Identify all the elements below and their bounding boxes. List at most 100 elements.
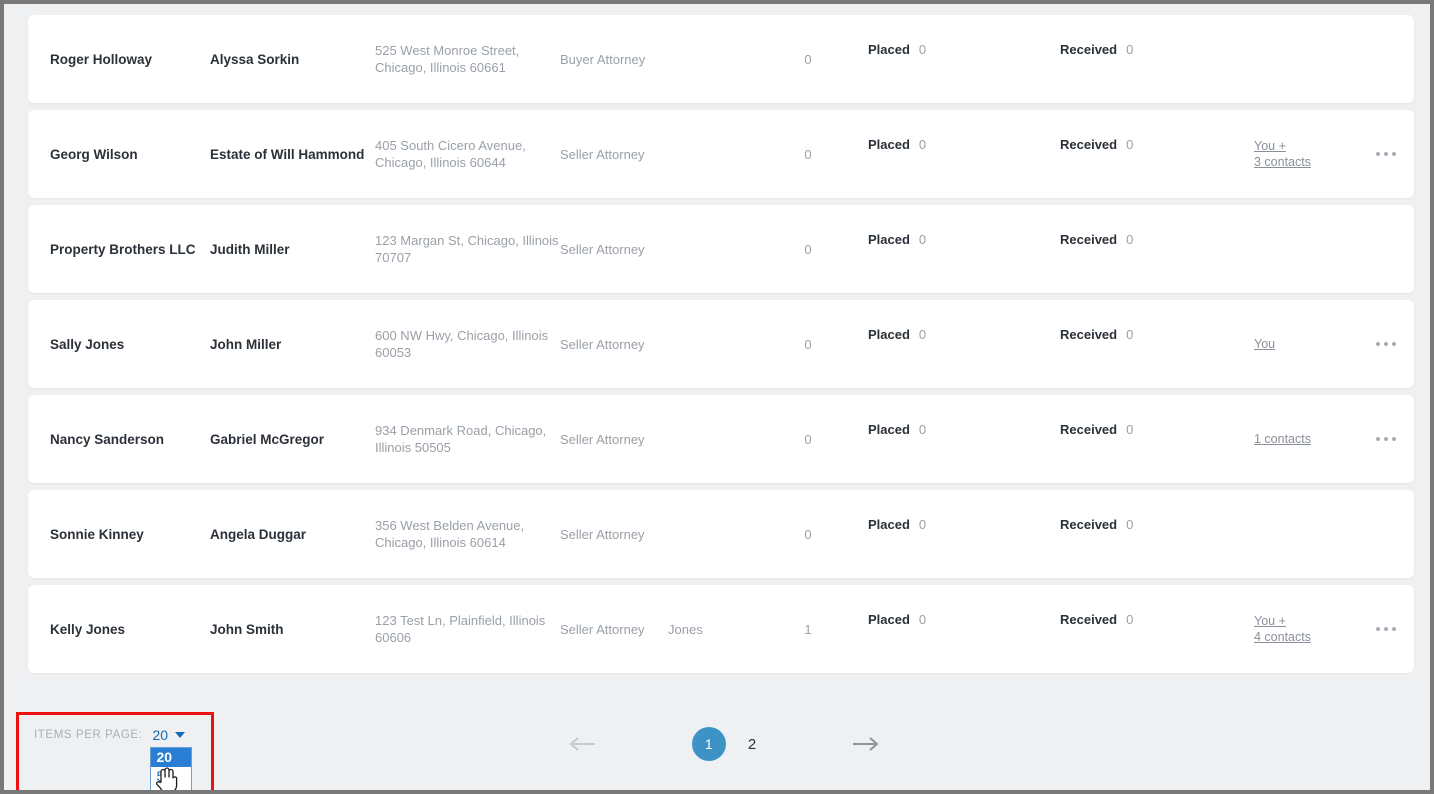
cell-extra — [668, 490, 753, 578]
arrow-right-icon — [853, 737, 879, 751]
cell-client: Sonnie Kinney — [50, 526, 144, 542]
cell-role: Seller Attorney — [560, 526, 645, 542]
row-overflow-menu-button[interactable] — [1376, 300, 1396, 388]
cell-extra — [668, 110, 753, 198]
cell-placed: Placed 0 — [868, 611, 1018, 628]
arrow-left-icon — [569, 737, 595, 751]
contacts-link[interactable]: 4 contacts — [1254, 629, 1311, 645]
pagination-next-button[interactable] — [848, 726, 884, 762]
table-row[interactable]: Sally Jones John Miller 600 NW Hwy, Chic… — [28, 300, 1414, 388]
cell-party: Alyssa Sorkin — [210, 51, 300, 67]
contacts-link[interactable]: You + — [1254, 613, 1286, 629]
placed-label: Placed — [868, 612, 910, 627]
placed-label: Placed — [868, 137, 910, 152]
received-label: Received — [1060, 422, 1118, 437]
items-per-page-option[interactable]: 50 — [151, 767, 191, 786]
pagination-prev-button[interactable] — [564, 726, 600, 762]
cell-extra — [668, 395, 753, 483]
cell-client: Georg Wilson — [50, 146, 138, 162]
cell-address: 934 Denmark Road, Chicago, Illinois 5050… — [375, 423, 547, 455]
cell-count: 0 — [804, 241, 812, 257]
cell-contacts: 1 contacts — [1254, 395, 1349, 483]
items-per-page-option[interactable]: 20 — [151, 748, 192, 767]
cell-role: Buyer Attorney — [560, 51, 646, 67]
received-label: Received — [1060, 42, 1118, 57]
cell-party: John Miller — [210, 336, 282, 352]
cell-client: Property Brothers LLC — [50, 241, 196, 257]
contacts-link[interactable]: 3 contacts — [1254, 154, 1311, 170]
cell-role: Seller Attorney — [560, 431, 645, 447]
received-value: 0 — [1126, 42, 1134, 57]
cell-client: Roger Holloway — [50, 51, 153, 67]
items-per-page-select[interactable]: 20 2050100 — [150, 727, 193, 790]
pagination: 12 — [564, 712, 884, 776]
received-label: Received — [1060, 137, 1118, 152]
cell-contacts: You + 3 contacts — [1254, 110, 1349, 198]
cell-received: Received 0 — [1060, 421, 1210, 438]
cell-party: Angela Duggar — [210, 526, 307, 542]
cell-address: 356 West Belden Avenue, Chicago, Illinoi… — [375, 518, 525, 550]
pagination-page-1[interactable]: 1 — [691, 727, 726, 761]
cell-address: 123 Test Ln, Plainfield, Illinois 60606 — [375, 613, 546, 645]
received-label: Received — [1060, 612, 1118, 627]
items-per-page-option[interactable]: 100 — [151, 786, 191, 790]
records-table: Roger Holloway Alyssa Sorkin 525 West Mo… — [28, 4, 1414, 680]
pagination-page-2[interactable]: 2 — [748, 736, 756, 753]
row-overflow-menu-button[interactable] — [1376, 110, 1396, 198]
received-label: Received — [1060, 232, 1118, 247]
cell-client: Sally Jones — [50, 336, 125, 352]
cell-extra — [668, 15, 753, 103]
items-per-page-current-value: 20 — [152, 727, 169, 743]
items-per-page-options-list[interactable]: 2050100 — [150, 747, 193, 790]
placed-value: 0 — [918, 517, 927, 532]
chevron-down-icon — [175, 732, 186, 738]
cell-contacts — [1254, 205, 1349, 293]
received-value: 0 — [1126, 422, 1134, 437]
table-row[interactable]: Property Brothers LLC Judith Miller 123 … — [28, 205, 1414, 293]
cell-address: 123 Margan St, Chicago, Illinois 70707 — [375, 233, 559, 265]
received-value: 0 — [1126, 612, 1134, 627]
contacts-link[interactable]: You — [1254, 336, 1275, 352]
received-label: Received — [1060, 517, 1118, 532]
cell-placed: Placed 0 — [868, 421, 1018, 438]
row-overflow-menu-button[interactable] — [1376, 395, 1396, 483]
ellipsis-icon — [1376, 437, 1396, 441]
items-per-page-control[interactable]: ITEMS PER PAGE: 20 2050100 — [34, 727, 193, 790]
ellipsis-icon — [1376, 627, 1396, 631]
cell-received: Received 0 — [1060, 516, 1210, 533]
cell-contacts: You — [1254, 300, 1349, 388]
placed-value: 0 — [918, 612, 927, 627]
placed-label: Placed — [868, 232, 910, 247]
placed-label: Placed — [868, 327, 910, 342]
received-value: 0 — [1126, 517, 1134, 532]
received-value: 0 — [1126, 232, 1134, 247]
contacts-link[interactable]: 1 contacts — [1254, 431, 1311, 447]
cell-client: Kelly Jones — [50, 621, 126, 637]
cell-role: Seller Attorney — [560, 336, 645, 352]
cell-role: Seller Attorney — [560, 241, 645, 257]
pagination-pages: 12 — [691, 727, 756, 761]
items-per-page-label: ITEMS PER PAGE: — [34, 729, 143, 741]
table-footer: ITEMS PER PAGE: 20 2050100 12 — [4, 698, 1430, 790]
cell-address: 600 NW Hwy, Chicago, Illinois 60053 — [375, 328, 549, 360]
cell-client: Nancy Sanderson — [50, 431, 165, 447]
table-row[interactable]: Sonnie Kinney Angela Duggar 356 West Bel… — [28, 490, 1414, 578]
cell-received: Received 0 — [1060, 41, 1210, 58]
placed-label: Placed — [868, 422, 910, 437]
cell-received: Received 0 — [1060, 611, 1210, 628]
cell-role: Seller Attorney — [560, 621, 645, 637]
table-row[interactable]: Georg Wilson Estate of Will Hammond 405 … — [28, 110, 1414, 198]
placed-value: 0 — [918, 42, 927, 57]
row-overflow-menu-button[interactable] — [1376, 585, 1396, 673]
cell-count: 0 — [804, 51, 812, 67]
cell-count: 0 — [804, 146, 812, 162]
table-row[interactable]: Nancy Sanderson Gabriel McGregor 934 Den… — [28, 395, 1414, 483]
table-row[interactable]: Roger Holloway Alyssa Sorkin 525 West Mo… — [28, 15, 1414, 103]
contacts-link[interactable]: You + — [1254, 138, 1286, 154]
items-per-page-highlight-annotation: ITEMS PER PAGE: 20 2050100 — [16, 712, 214, 790]
cell-party: Gabriel McGregor — [210, 431, 325, 447]
table-row[interactable]: Kelly Jones John Smith 123 Test Ln, Plai… — [28, 585, 1414, 673]
received-value: 0 — [1126, 137, 1134, 152]
placed-label: Placed — [868, 517, 910, 532]
ellipsis-icon — [1376, 342, 1396, 346]
